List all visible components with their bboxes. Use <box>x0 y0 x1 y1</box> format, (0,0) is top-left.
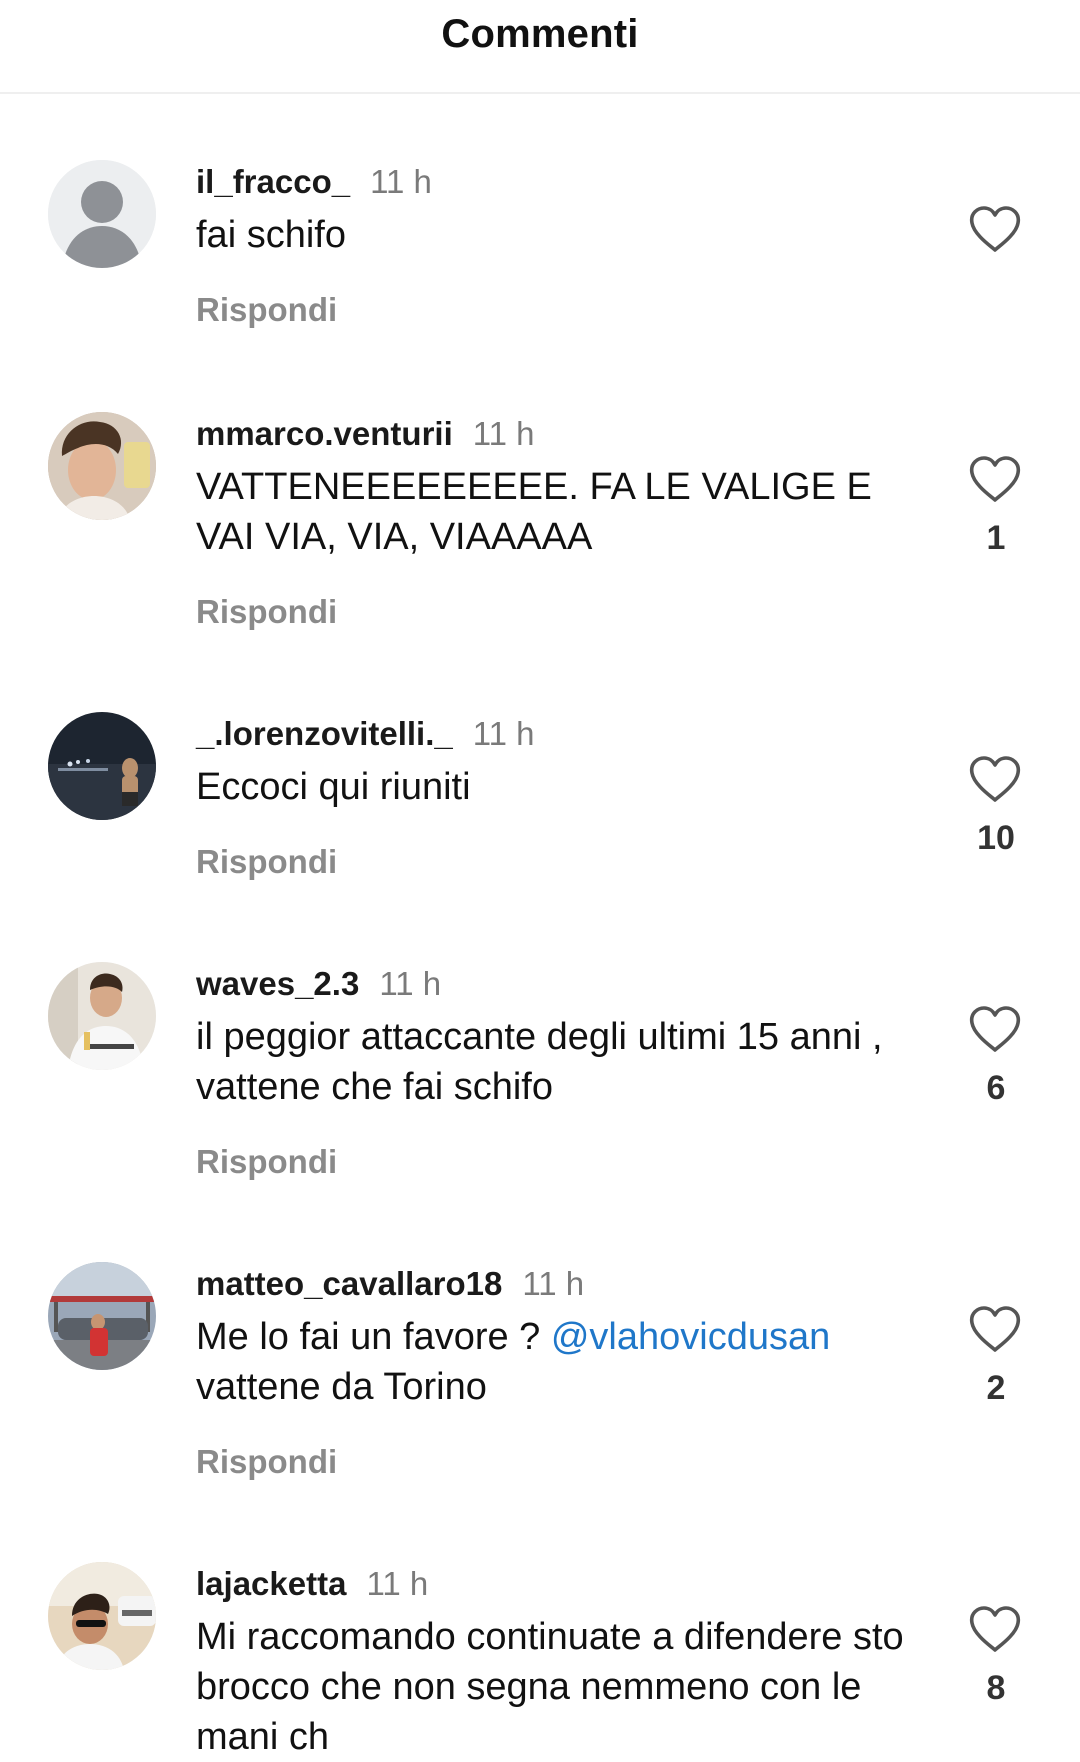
like-count: 1 <box>986 519 1006 557</box>
profile-photo-icon <box>48 962 156 1070</box>
like-button[interactable] <box>968 1306 1022 1354</box>
like-count: 6 <box>986 1069 1006 1107</box>
like-count: 8 <box>986 1669 1006 1707</box>
avatar[interactable] <box>48 1562 156 1670</box>
comment-username[interactable]: _.lorenzovitelli._ <box>196 715 453 752</box>
comment-time: 11 h <box>370 163 432 200</box>
reply-button[interactable]: Rispondi <box>196 592 337 632</box>
reply-button[interactable]: Rispondi <box>196 1142 337 1182</box>
comment-text: Eccoci qui riuniti <box>196 766 471 808</box>
profile-photo-icon <box>48 712 156 820</box>
comment-meta: il_fracco_ 11 h <box>196 162 432 202</box>
avatar[interactable] <box>48 712 156 820</box>
avatar[interactable] <box>48 962 156 1070</box>
heart-icon <box>969 756 1021 802</box>
avatar[interactable] <box>48 160 156 268</box>
comment-meta: mmarco.venturii 11 h <box>196 414 535 454</box>
heart-icon <box>969 206 1021 252</box>
like-button[interactable] <box>968 206 1022 254</box>
like-count: 2 <box>986 1369 1006 1407</box>
comment-text: Mi raccomando continuate a difendere sto… <box>196 1616 904 1758</box>
profile-photo-icon <box>48 1262 156 1370</box>
default-avatar-icon <box>48 160 156 268</box>
profile-photo-icon <box>48 1562 156 1670</box>
like-button[interactable] <box>968 1606 1022 1654</box>
heart-icon <box>969 1606 1021 1652</box>
comment-time: 11 h <box>472 415 535 452</box>
comment-meta: matteo_cavallaro18 11 h <box>196 1264 584 1304</box>
comment-text: Me lo fai un favore ? @vlahovicdusan vat… <box>196 1312 916 1412</box>
reply-button[interactable]: Rispondi <box>196 842 337 882</box>
comment-meta: waves_2.3 11 h <box>196 964 441 1004</box>
profile-photo-icon <box>48 412 156 520</box>
like-button[interactable] <box>968 756 1022 804</box>
comment-username[interactable]: lajacketta <box>196 1565 346 1602</box>
comment-username[interactable]: mmarco.venturii <box>196 415 453 452</box>
comment-time: 11 h <box>379 965 442 1002</box>
comment-time: 11 h <box>472 715 535 752</box>
reply-button[interactable]: Rispondi <box>196 1442 337 1482</box>
comments-sheet: Commenti il_fracco_ 11 h fai schifo Rispo… <box>0 0 1080 1758</box>
like-button[interactable] <box>968 1006 1022 1054</box>
comment-meta: lajacketta 11 h <box>196 1564 428 1604</box>
comment-username[interactable]: il_fracco_ <box>196 163 350 200</box>
page-title: Commenti <box>441 12 639 56</box>
comment-text-after: vattene da Torino <box>196 1366 487 1408</box>
like-button[interactable] <box>968 456 1022 504</box>
comment-text: fai schifo <box>196 214 346 256</box>
like-count: 10 <box>977 819 1015 857</box>
heart-icon <box>969 1306 1021 1352</box>
comment-time: 11 h <box>522 1265 585 1302</box>
comment-text: il peggior attaccante degli ultimi 15 an… <box>196 1016 883 1108</box>
comment-text: VATTENEEEEEEEEE. FA LE VALIGE E VAI VIA,… <box>196 466 872 558</box>
reply-button[interactable]: Rispondi <box>196 290 337 330</box>
avatar[interactable] <box>48 1262 156 1370</box>
comment-username[interactable]: waves_2.3 <box>196 965 359 1002</box>
heart-icon <box>969 456 1021 502</box>
heart-icon <box>969 1006 1021 1052</box>
comment-time: 11 h <box>366 1565 429 1602</box>
comment-username[interactable]: matteo_cavallaro18 <box>196 1265 502 1302</box>
comment-text-before: Me lo fai un favore ? <box>196 1316 551 1358</box>
mention-link[interactable]: @vlahovicdusan <box>551 1316 830 1358</box>
avatar[interactable] <box>48 412 156 520</box>
comment-meta: _.lorenzovitelli._ 11 h <box>196 714 535 754</box>
comments-header: Commenti <box>0 0 1080 94</box>
